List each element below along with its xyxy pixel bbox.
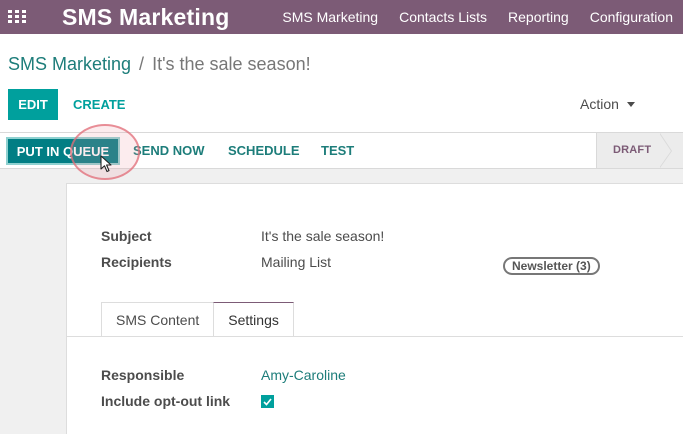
responsible-label: Responsible <box>101 367 185 383</box>
newsletter-badge[interactable]: Newsletter (3) <box>503 257 600 275</box>
subject-label: Subject <box>101 228 152 244</box>
breadcrumb-separator: / <box>139 54 145 74</box>
edit-button[interactable]: EDIT <box>8 89 58 120</box>
test-button[interactable]: TEST <box>321 143 354 158</box>
mouse-pointer-icon <box>100 155 112 173</box>
tabs-divider <box>67 336 683 337</box>
main-menu: SMS Marketing Contacts Lists Reporting C… <box>272 0 683 34</box>
top-navbar: SMS Marketing SMS Marketing Contacts Lis… <box>0 0 683 34</box>
control-panel: SMS Marketing / It's the sale season! ED… <box>0 34 683 132</box>
breadcrumb-current: It's the sale season! <box>152 54 311 74</box>
menu-item-contacts-lists[interactable]: Contacts Lists <box>389 9 498 25</box>
tab-settings[interactable]: Settings <box>213 302 294 337</box>
optout-label: Include opt-out link <box>101 393 231 409</box>
optout-checkbox[interactable] <box>261 395 274 408</box>
apps-grid-icon[interactable] <box>8 10 26 24</box>
recipients-value: Mailing List <box>261 254 332 270</box>
app-brand: SMS Marketing <box>62 3 230 30</box>
notebook-tabs: SMS Content Settings <box>101 302 294 337</box>
menu-item-configuration[interactable]: Configuration <box>579 9 683 25</box>
create-button[interactable]: CREATE <box>73 89 125 120</box>
caret-down-icon <box>626 101 635 107</box>
schedule-button[interactable]: SCHEDULE <box>228 143 300 158</box>
action-dropdown-label: Action <box>580 96 619 112</box>
subject-value: It's the sale season! <box>261 228 385 244</box>
send-now-button[interactable]: SEND NOW <box>133 143 205 158</box>
stage-draft[interactable]: DRAFT <box>596 133 683 168</box>
stage-arrow <box>659 133 671 168</box>
stage-draft-label: DRAFT <box>613 144 652 156</box>
menu-item-reporting[interactable]: Reporting <box>498 9 580 25</box>
responsible-value-link[interactable]: Amy-Caroline <box>261 367 346 383</box>
recipients-label: Recipients <box>101 254 172 270</box>
breadcrumb: SMS Marketing / It's the sale season! <box>8 54 311 75</box>
checkmark-icon <box>263 397 272 406</box>
form-sheet: Subject It's the sale season! Recipients… <box>66 183 683 434</box>
menu-item-sms-marketing[interactable]: SMS Marketing <box>272 9 389 25</box>
breadcrumb-parent-link[interactable]: SMS Marketing <box>8 54 131 75</box>
action-dropdown[interactable]: Action <box>580 96 635 112</box>
tab-sms-content[interactable]: SMS Content <box>101 302 215 337</box>
